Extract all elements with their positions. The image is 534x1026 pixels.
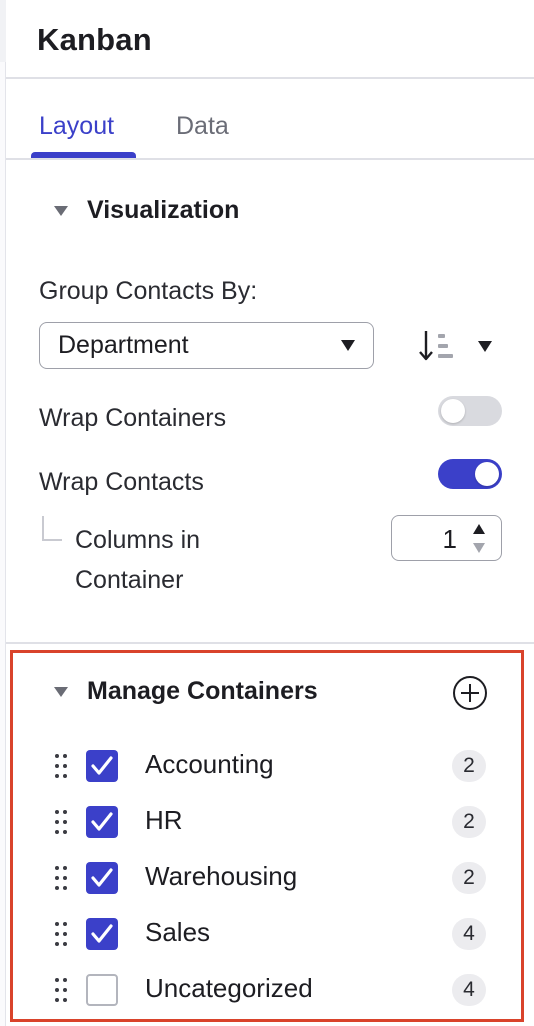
drag-handle-icon[interactable] bbox=[54, 808, 68, 836]
title-divider bbox=[6, 77, 534, 79]
container-label: Accounting bbox=[145, 749, 274, 779]
container-item-accounting: Accounting 2 bbox=[0, 738, 534, 794]
drag-handle-icon[interactable] bbox=[54, 752, 68, 780]
caret-down-icon bbox=[54, 205, 68, 216]
plus-circle-icon bbox=[453, 676, 487, 710]
manage-containers-header: Manage Containers bbox=[87, 677, 318, 705]
checkmark-icon bbox=[91, 812, 113, 831]
container-item-warehousing: Warehousing 2 bbox=[0, 850, 534, 906]
container-checkbox[interactable] bbox=[86, 918, 118, 950]
visualization-header: Visualization bbox=[87, 196, 240, 224]
container-label: Sales bbox=[145, 917, 211, 947]
checkmark-icon bbox=[91, 756, 113, 775]
toggle-knob bbox=[441, 399, 465, 423]
container-checkbox[interactable] bbox=[86, 750, 118, 782]
count-badge: 2 bbox=[452, 806, 486, 838]
group-by-label: Group Contacts By: bbox=[39, 277, 258, 305]
drag-handle-icon[interactable] bbox=[54, 864, 68, 892]
container-label: Warehousing bbox=[145, 861, 298, 891]
container-label: HR bbox=[145, 805, 183, 835]
container-item-sales: Sales 4 bbox=[0, 906, 534, 962]
toggle-knob bbox=[475, 462, 499, 486]
indent-connector bbox=[42, 516, 62, 541]
container-checkbox[interactable] bbox=[86, 974, 118, 1006]
panel-title: Kanban bbox=[37, 22, 152, 57]
tab-layout[interactable]: Layout bbox=[39, 112, 114, 141]
columns-stepper[interactable]: 1 bbox=[391, 515, 502, 561]
dropdown-arrow-icon bbox=[341, 340, 355, 351]
drag-handle-icon[interactable] bbox=[54, 920, 68, 948]
container-checkbox[interactable] bbox=[86, 862, 118, 894]
count-badge: 4 bbox=[452, 974, 486, 1006]
stepper-up-icon[interactable] bbox=[473, 524, 485, 534]
wrap-contacts-toggle[interactable] bbox=[438, 459, 502, 489]
count-badge: 4 bbox=[452, 918, 486, 950]
stepper-down-icon[interactable] bbox=[473, 543, 485, 553]
tab-data[interactable]: Data bbox=[176, 112, 229, 141]
visualization-section-toggle[interactable]: Visualization bbox=[54, 196, 239, 225]
container-label: Uncategorized bbox=[145, 973, 313, 1003]
container-item-hr: HR 2 bbox=[0, 794, 534, 850]
add-container-button[interactable] bbox=[452, 675, 488, 711]
sort-dropdown-arrow-icon bbox=[478, 340, 492, 352]
tabs-divider bbox=[6, 158, 534, 160]
count-badge: 2 bbox=[452, 750, 486, 782]
group-by-selected-value: Department bbox=[58, 331, 189, 359]
container-item-uncategorized: Uncategorized 4 bbox=[0, 962, 534, 1018]
manage-containers-section-toggle[interactable]: Manage Containers bbox=[54, 677, 318, 706]
columns-stepper-value: 1 bbox=[442, 524, 457, 554]
left-panel-edge-nub bbox=[0, 0, 6, 62]
wrap-containers-label: Wrap Containers bbox=[39, 404, 227, 432]
wrap-contacts-label: Wrap Contacts bbox=[39, 468, 204, 496]
checkmark-icon bbox=[91, 924, 113, 943]
sort-order-icon bbox=[419, 331, 453, 361]
caret-down-icon bbox=[54, 686, 68, 697]
columns-in-container-label: Columns in Container bbox=[75, 526, 201, 594]
group-by-select[interactable]: Department bbox=[39, 322, 374, 369]
count-badge: 2 bbox=[452, 862, 486, 894]
container-checkbox[interactable] bbox=[86, 806, 118, 838]
drag-handle-icon[interactable] bbox=[54, 976, 68, 1004]
section-divider bbox=[6, 642, 534, 644]
sort-order-dropdown[interactable] bbox=[418, 326, 498, 366]
checkmark-icon bbox=[91, 868, 113, 887]
wrap-containers-toggle[interactable] bbox=[438, 396, 502, 426]
